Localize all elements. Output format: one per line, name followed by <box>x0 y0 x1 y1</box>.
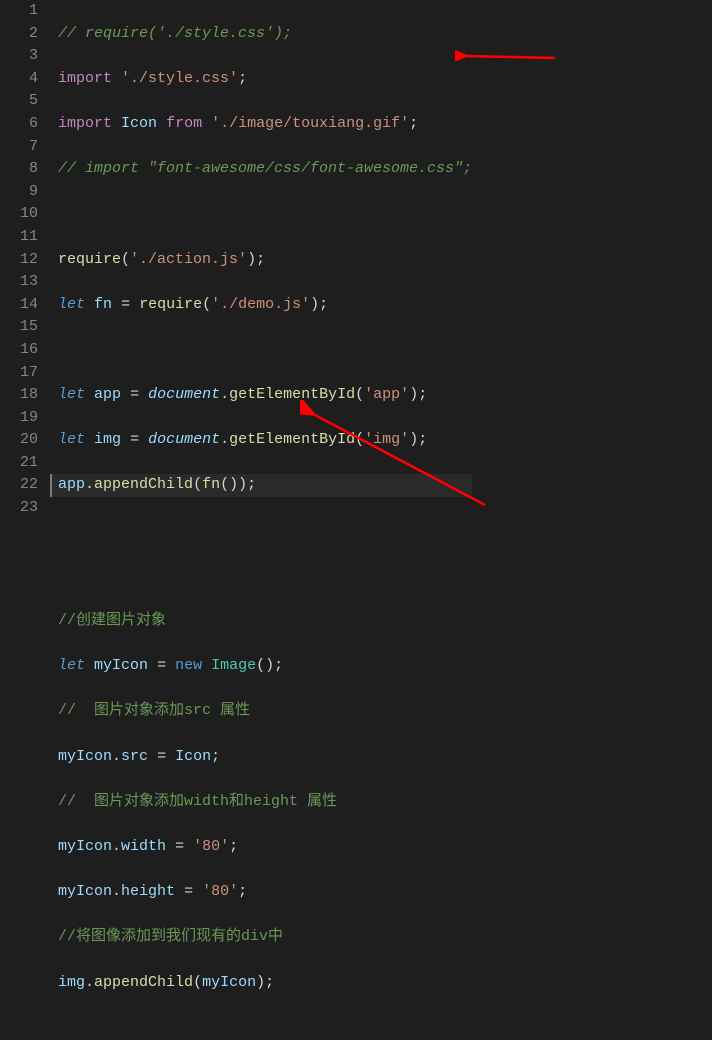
code-line: // import "font-awesome/css/font-awesome… <box>58 158 472 181</box>
line-number: 13 <box>14 271 38 294</box>
line-number: 10 <box>14 203 38 226</box>
code-line: import Icon from './image/touxiang.gif'; <box>58 113 472 136</box>
line-number: 23 <box>14 497 38 520</box>
code-line: myIcon.src = Icon; <box>58 746 472 769</box>
code-line: let fn = require('./demo.js'); <box>58 294 472 317</box>
line-number: 20 <box>14 429 38 452</box>
line-number: 17 <box>14 362 38 385</box>
code-area[interactable]: // require('./style.css'); import './sty… <box>52 0 472 520</box>
code-line: myIcon.height = '80'; <box>58 881 472 904</box>
code-line: // 图片对象添加width和height 属性 <box>58 791 472 814</box>
code-line: let img = document.getElementById('img')… <box>58 429 472 452</box>
line-number: 16 <box>14 339 38 362</box>
code-line: //创建图片对象 <box>58 610 472 633</box>
code-line: let myIcon = new Image(); <box>58 655 472 678</box>
line-number: 21 <box>14 452 38 475</box>
line-number: 12 <box>14 249 38 272</box>
line-number: 9 <box>14 181 38 204</box>
line-number: 11 <box>14 226 38 249</box>
code-line <box>58 520 472 543</box>
code-line: //将图像添加到我们现有的div中 <box>58 926 472 949</box>
line-number: 4 <box>14 68 38 91</box>
code-line <box>58 1017 472 1040</box>
line-number: 2 <box>14 23 38 46</box>
line-number: 1 <box>14 0 38 23</box>
code-line: img.appendChild(myIcon); <box>58 972 472 995</box>
line-number: 19 <box>14 407 38 430</box>
code-line: // 图片对象添加src 属性 <box>58 700 472 723</box>
line-number: 7 <box>14 136 38 159</box>
line-number: 15 <box>14 316 38 339</box>
code-line: import './style.css'; <box>58 68 472 91</box>
line-number: 14 <box>14 294 38 317</box>
code-line <box>58 565 472 588</box>
code-line: myIcon.width = '80'; <box>58 836 472 859</box>
code-line: // require('./style.css'); <box>58 23 472 46</box>
code-editor[interactable]: 1 2 3 4 5 6 7 8 9 10 11 12 13 14 15 16 1… <box>0 0 712 520</box>
code-line <box>58 203 472 226</box>
line-number: 3 <box>14 45 38 68</box>
line-number: 5 <box>14 90 38 113</box>
line-number: 18 <box>14 384 38 407</box>
code-line-current: app.appendChild(fn()); <box>50 474 472 497</box>
line-number: 8 <box>14 158 38 181</box>
code-line: let app = document.getElementById('app')… <box>58 384 472 407</box>
code-line <box>58 339 472 362</box>
line-number: 22 <box>14 474 38 497</box>
line-number: 6 <box>14 113 38 136</box>
code-line: require('./action.js'); <box>58 249 472 272</box>
line-number-gutter: 1 2 3 4 5 6 7 8 9 10 11 12 13 14 15 16 1… <box>0 0 52 520</box>
